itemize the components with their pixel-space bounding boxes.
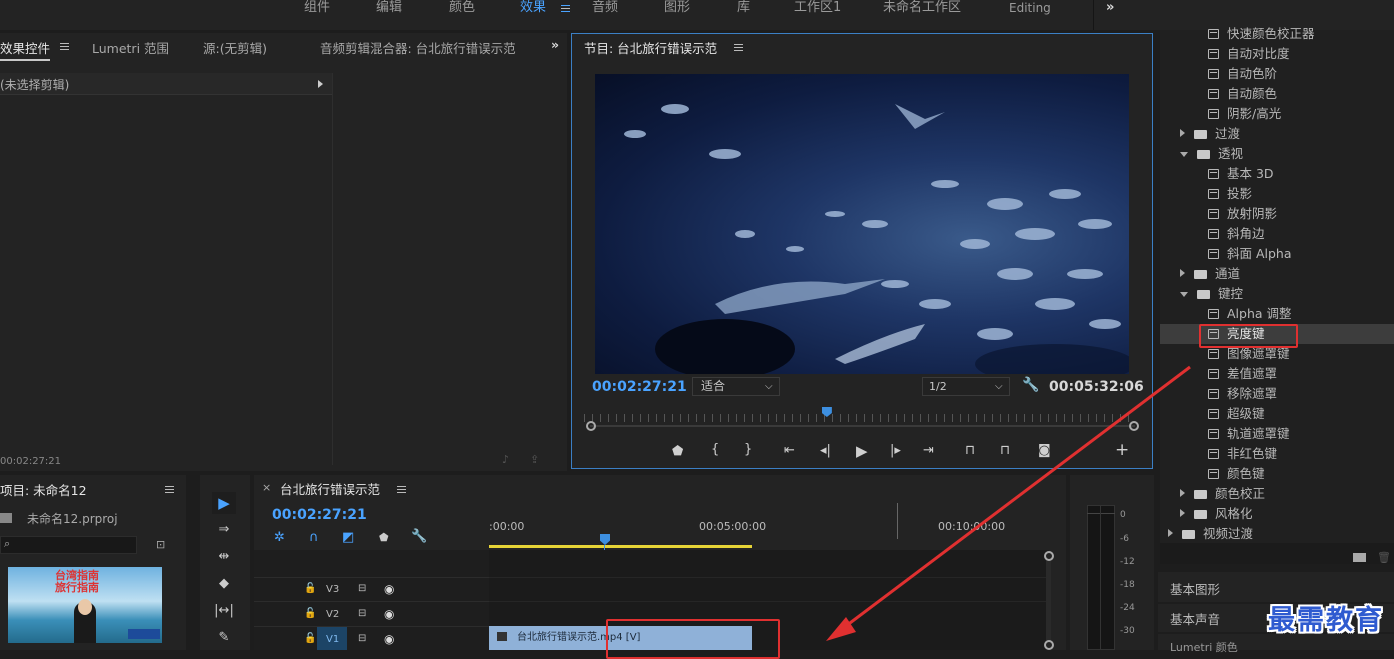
- watermark-logo: 最需教育: [1268, 605, 1384, 636]
- arrow-line: [837, 365, 1191, 634]
- annotation-arrow: [826, 365, 1191, 641]
